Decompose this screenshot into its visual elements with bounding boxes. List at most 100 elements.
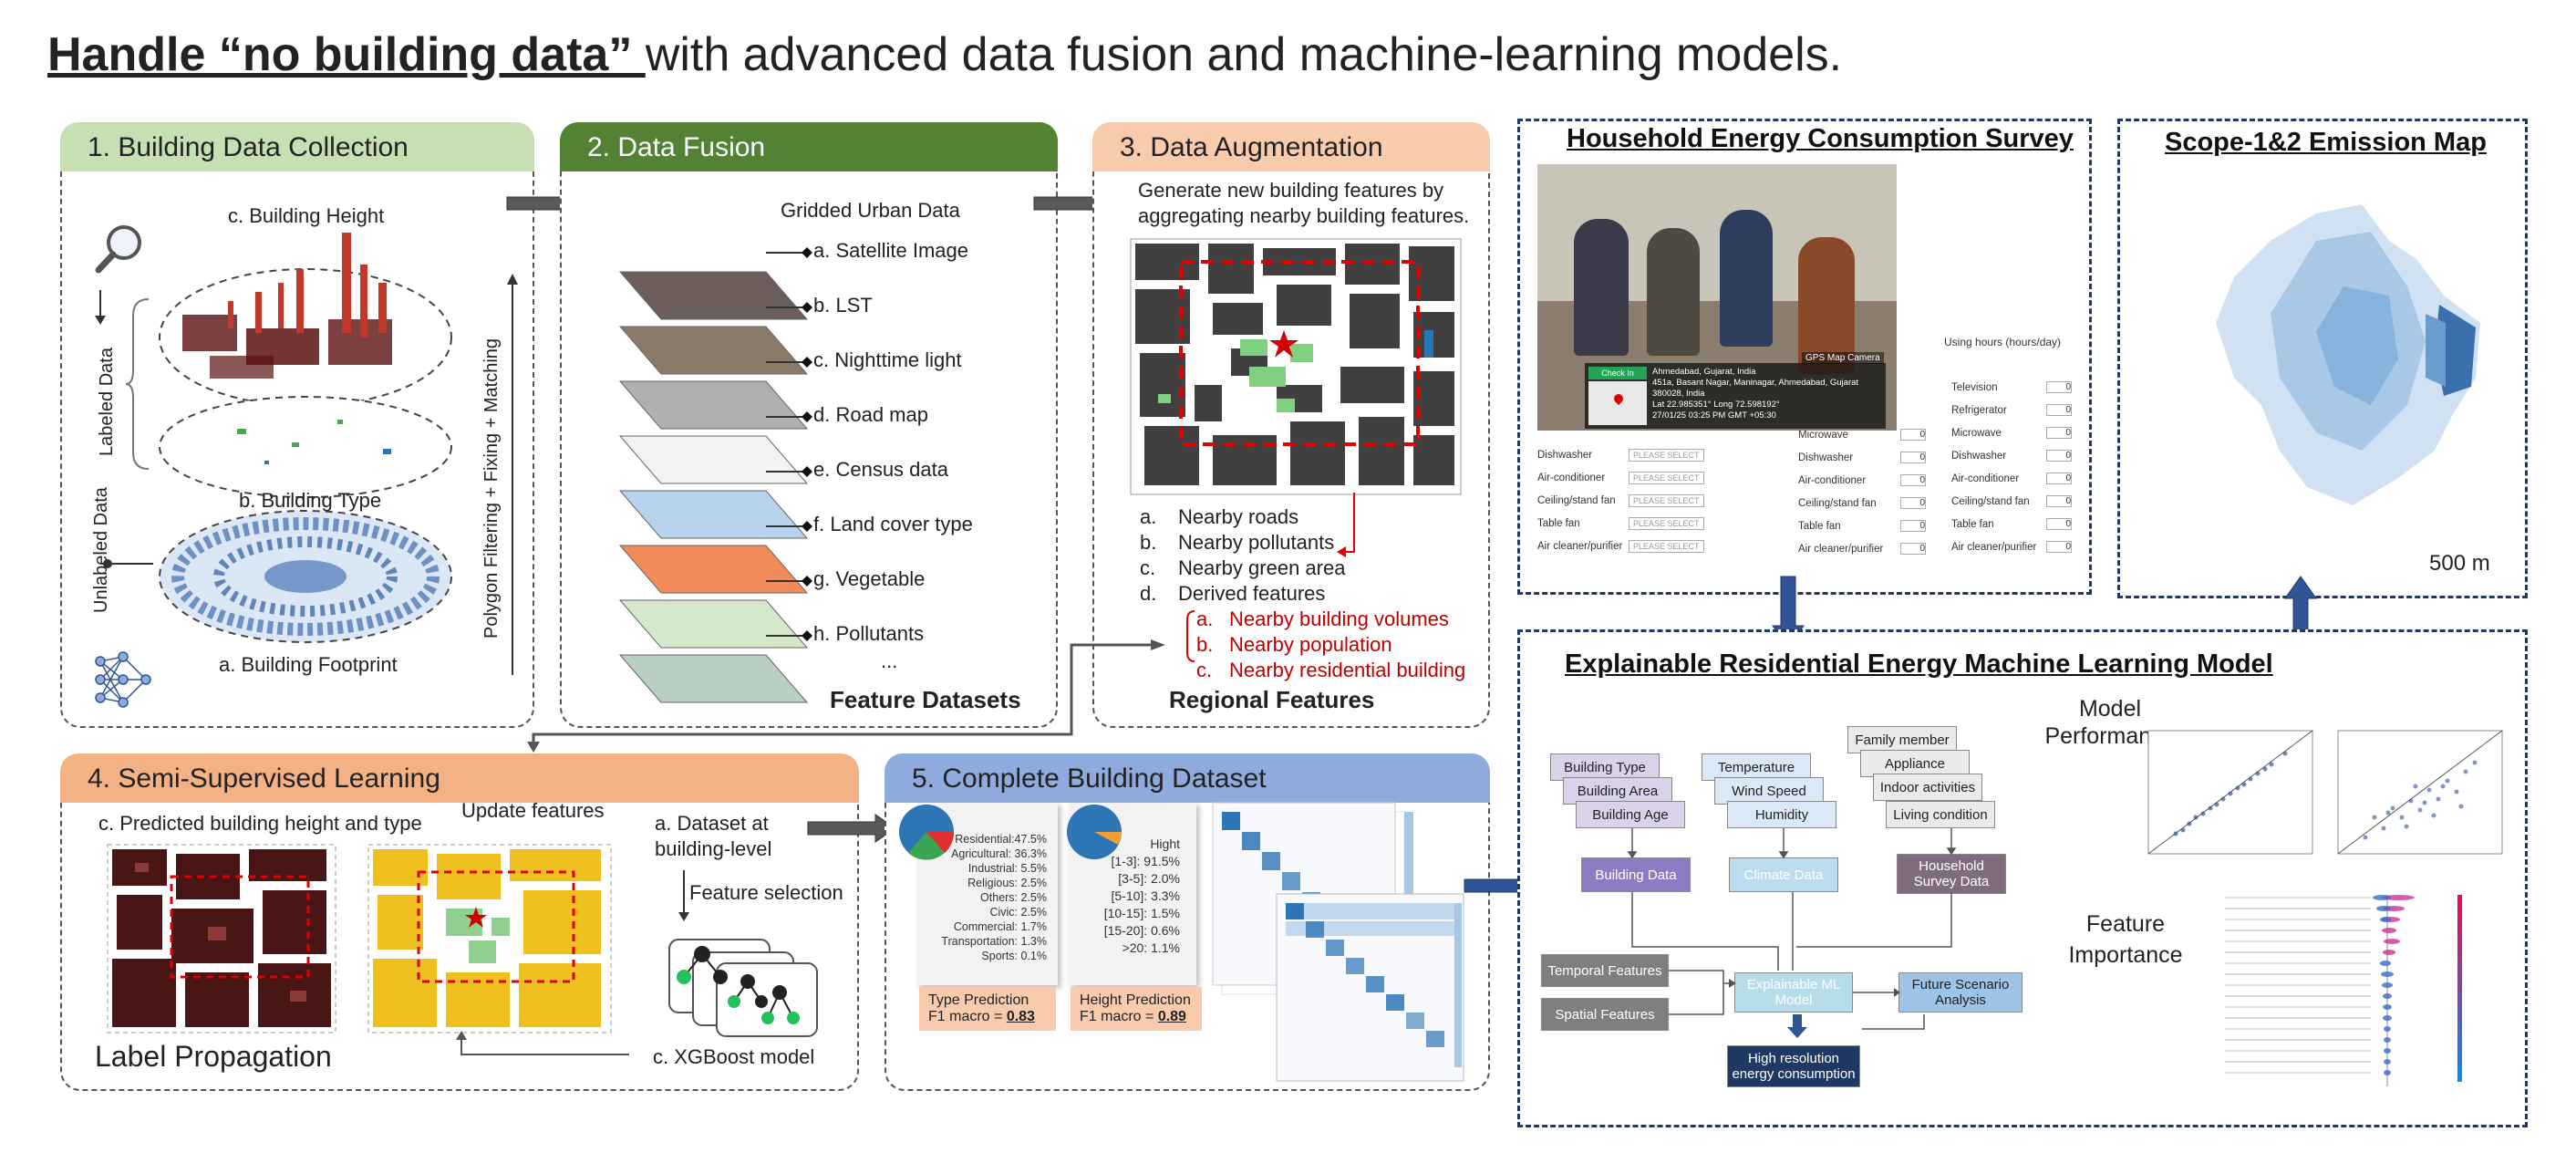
temporal-features-box: Temporal Features	[1541, 954, 1669, 987]
col2-item-3: Ceiling/stand fan	[1798, 497, 1877, 509]
gps-line-0: Ahmedabad, Gujarat, India	[1652, 367, 1756, 377]
select-dropdown[interactable]: PLEASE SELECT	[1629, 471, 1704, 484]
survey-row: Microwave 0	[1951, 421, 2072, 444]
type-prediction-title: Type Prediction	[928, 992, 1029, 1008]
hours-input[interactable]: 0	[2046, 404, 2072, 416]
layer-item-3: d. Road map	[813, 403, 928, 426]
survey-row: Air-conditioner PLEASE SELECT	[1537, 466, 1756, 489]
usage-header: Using hours (hours/day)	[1944, 336, 2062, 348]
col1-item-0: Dishwasher	[1537, 449, 1593, 461]
col2-item-2: Air-conditioner	[1798, 474, 1867, 486]
height-prediction-card: Height Prediction F1 macro = 0.89	[1071, 987, 1202, 1031]
survey-row: Dishwasher 0	[1951, 444, 2072, 467]
survey-col-3: Television 0 Refrigerator 0 Microwave 0 Dis…	[1951, 376, 2072, 558]
height-row-1: [3-5]: 2.0%	[1118, 871, 1180, 886]
type-row-0: Residential:47.5%	[955, 833, 1047, 846]
neural-network-icon	[95, 651, 151, 708]
col3-item-6: Table fan	[1951, 518, 1994, 530]
hours-input[interactable]: 0	[2046, 473, 2072, 484]
height-title: Hight	[1150, 836, 1180, 851]
col2-item-4: Table fan	[1798, 520, 1841, 532]
col2-item-0: Microwave	[1798, 429, 1848, 441]
hours-input[interactable]: 0	[2046, 450, 2072, 462]
predicted-type-map	[367, 844, 612, 1034]
polygon-filtering-label: Polygon Filtering + Fixing + Matching	[481, 338, 502, 639]
col3-item-0: Television	[1951, 381, 1998, 393]
survey-row: Television 0	[1951, 376, 2072, 399]
gps-line-2: Lat 22.985351° Long 72.598192°	[1652, 400, 1780, 410]
emission-title: Scope-1&2 Emission Map	[2165, 128, 2487, 157]
title-rest: with advanced data fusion and machine-le…	[645, 28, 1843, 81]
title-underlined: Handle “no building data”	[47, 28, 646, 81]
survey-row: Dishwasher 0	[1798, 446, 1926, 469]
label-propagation-label: Label Propagation	[95, 1040, 332, 1073]
col2-item-5: Air cleaner/purifier	[1798, 543, 1884, 555]
survey-title: Household Energy Consumption Survey	[1567, 124, 2074, 153]
input-connectors	[1627, 828, 1957, 859]
indoor-activities-box: Indoor activities	[1873, 774, 1982, 801]
augmentation-desc-1: Generate new building features by	[1138, 179, 1444, 202]
height-row-2: [5-10]: 3.3%	[1111, 888, 1181, 903]
select-dropdown[interactable]: PLEASE SELECT	[1629, 516, 1704, 530]
type-row-8: Sports: 0.1%	[981, 950, 1047, 962]
hours-input[interactable]: 0	[1900, 520, 1926, 532]
shap-summary-plot	[2225, 895, 2462, 1086]
building-footprint-graphic	[159, 510, 452, 643]
panel2-header: 2. Data Fusion	[560, 122, 1058, 171]
panel1-header: 1. Building Data Collection	[60, 122, 534, 171]
select-dropdown[interactable]: PLEASE SELECT	[1629, 539, 1704, 553]
hours-input[interactable]: 0	[2046, 495, 2072, 507]
gps-camera-label: GPS Map Camera	[1802, 352, 1884, 364]
type-row-4: Others: 2.5%	[980, 891, 1047, 904]
xgboost-label: c. XGBoost model	[653, 1045, 815, 1068]
survey-row: Table fan 0	[1951, 513, 2072, 535]
red-connector	[1186, 493, 1355, 662]
hours-input[interactable]: 0	[2046, 518, 2072, 530]
height-f1-value: 0.89	[1157, 1009, 1186, 1024]
predicted-label: c. Predicted building height and type	[98, 812, 422, 835]
col1-item-2: Ceiling/stand fan	[1537, 494, 1616, 506]
climate-data-box: Climate Data	[1729, 857, 1838, 892]
type-breakdown-list: Residential:47.5% Agricultural: 36.3% In…	[921, 832, 1047, 963]
survey-row: Refrigerator 0	[1951, 399, 2072, 421]
hours-input[interactable]: 0	[2046, 541, 2072, 553]
type-f1-label: F1 macro =	[928, 1009, 1007, 1024]
building-age-box: Building Age	[1576, 801, 1685, 828]
survey-col-2: Microwave 0 Dishwasher 0 Air-conditioner 0 …	[1798, 423, 1926, 560]
height-row-5: >20: 1.1%	[1122, 940, 1180, 955]
hours-input[interactable]: 0	[1900, 543, 1926, 555]
select-dropdown[interactable]: PLEASE SELECT	[1629, 493, 1704, 507]
hours-input[interactable]: 0	[1900, 474, 1926, 486]
hours-input[interactable]: 0	[1900, 497, 1926, 509]
regional-features-label: Regional Features	[1169, 686, 1375, 713]
dataset-line-2: building-level	[655, 837, 772, 860]
height-prediction-title: Height Prediction	[1080, 992, 1191, 1008]
augmentation-desc-2: aggregating nearby building features.	[1138, 204, 1470, 227]
survey-row: Ceiling/stand fan 0	[1951, 490, 2072, 513]
hours-input[interactable]: 0	[1900, 429, 1926, 441]
select-dropdown[interactable]: PLEASE SELECT	[1629, 448, 1704, 462]
survey-row: Table fan 0	[1798, 514, 1926, 537]
type-row-1: Agricultural: 36.3%	[951, 847, 1047, 860]
building-height-label: c. Building Height	[228, 204, 385, 227]
hours-input[interactable]: 0	[2046, 381, 2072, 393]
hours-input[interactable]: 0	[1900, 452, 1926, 463]
panel3-header: 3. Data Augmentation	[1092, 122, 1490, 171]
survey-photo: Ahmedabad, Gujarat, India 451a, Basant N…	[1537, 164, 1897, 431]
survey-row: Air cleaner/purifier PLEASE SELECT	[1537, 535, 1756, 557]
survey-row: Ceiling/stand fan PLEASE SELECT	[1537, 489, 1756, 512]
predicted-height-map	[107, 844, 336, 1034]
hours-input[interactable]: 0	[2046, 427, 2072, 439]
emission-map-graphic	[2216, 204, 2480, 505]
layer-item-5: f. Land cover type	[813, 513, 973, 535]
item-letter-1: b.	[1140, 531, 1157, 554]
height-f1-label: F1 macro =	[1080, 1009, 1158, 1024]
xgboost-trees-icon	[668, 939, 818, 1037]
page-title: Handle “no building data” with advanced …	[47, 27, 1842, 82]
neighborhood-map	[1130, 238, 1462, 495]
unlabeled-data-label: Unlabeled Data	[91, 487, 111, 613]
type-row-6: Commercial: 1.7%	[953, 920, 1047, 933]
survey-row: Ceiling/stand fan 0	[1798, 492, 1926, 514]
layer-item-1: b. LST	[813, 294, 873, 317]
person-figure	[1574, 219, 1629, 356]
